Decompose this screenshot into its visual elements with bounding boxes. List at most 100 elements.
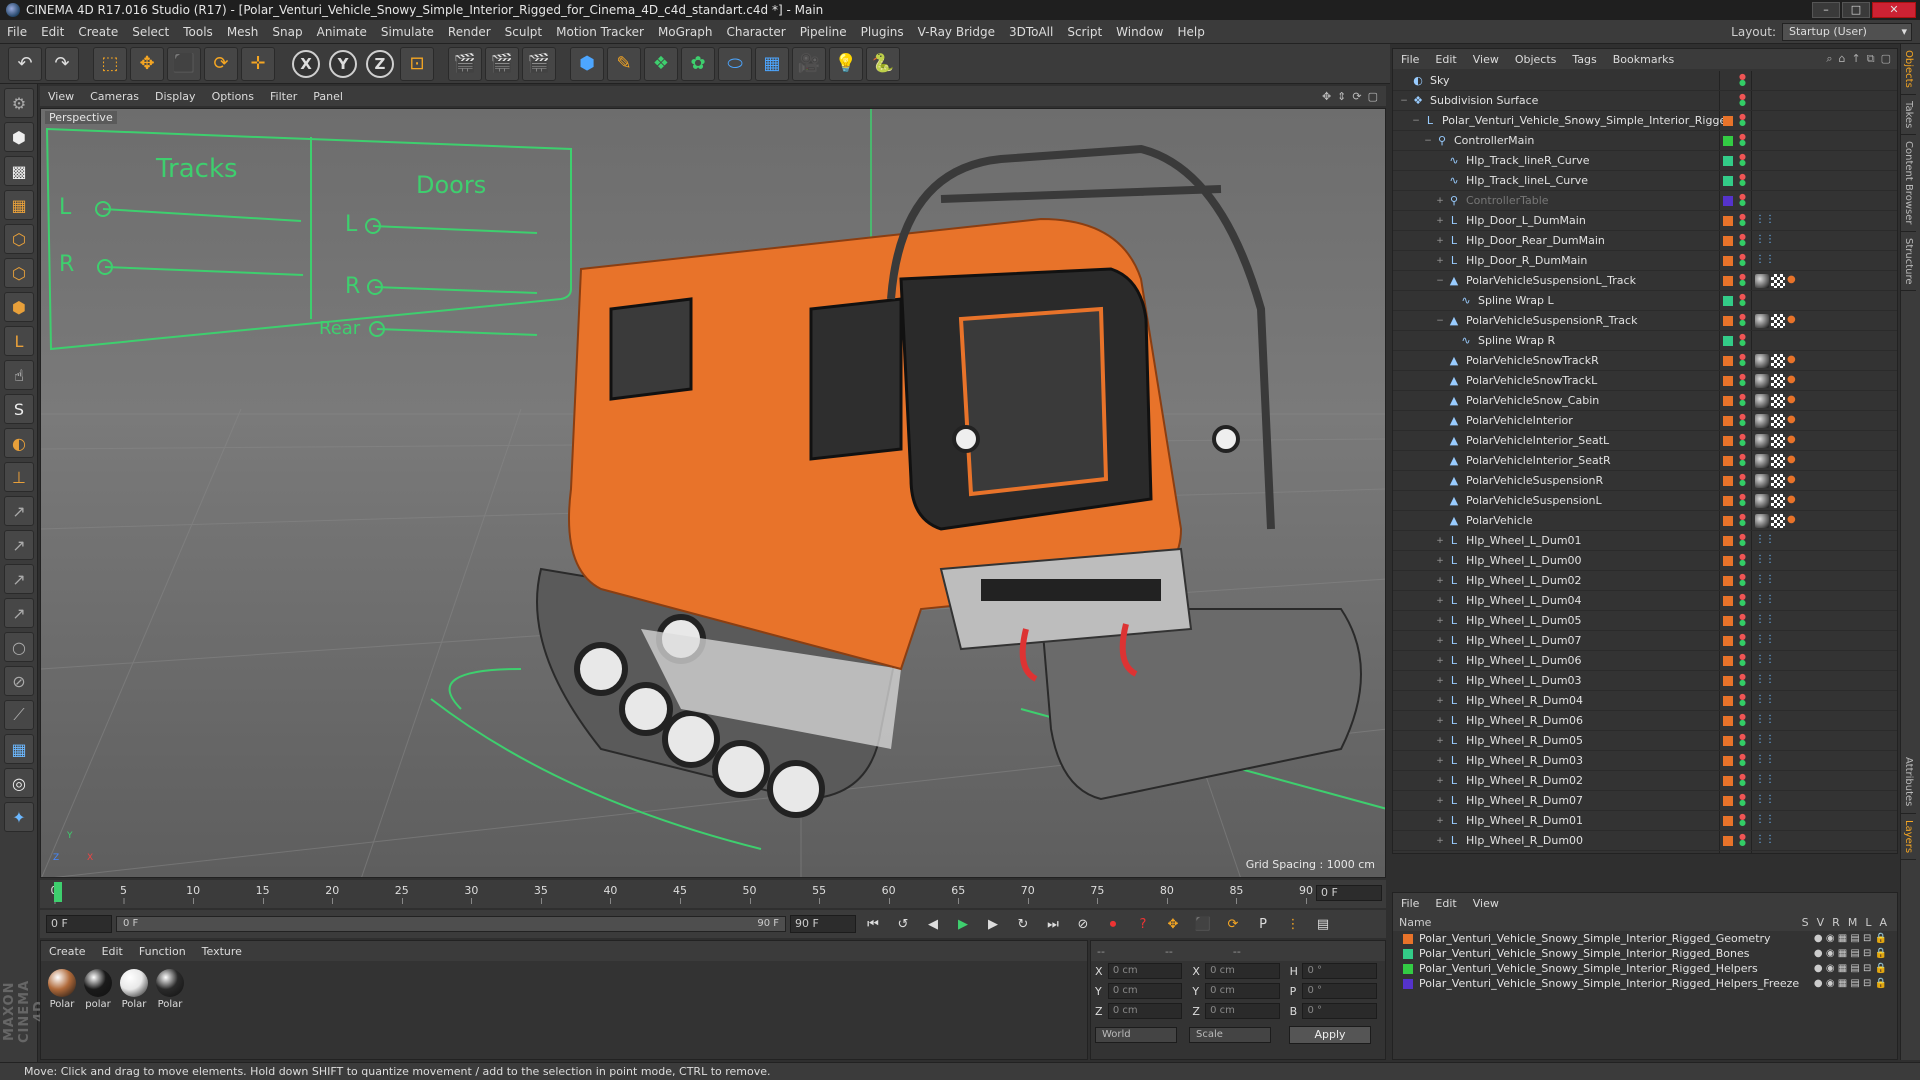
om-menu-view[interactable]: View <box>1465 53 1507 66</box>
menu-edit[interactable]: Edit <box>34 25 71 39</box>
visibility-dots-icon[interactable]: ● ● <box>1739 153 1746 167</box>
phong-tag-icon[interactable]: ● <box>1787 314 1801 328</box>
toggle-view-icon[interactable]: ▢ <box>1368 90 1378 103</box>
object-row[interactable]: + L Hlp_Door_Rear_DumMain ● ● ⋮⋮ <box>1393 231 1897 251</box>
rotation-value-field[interactable]: 0 ° <box>1302 1003 1377 1019</box>
expand-toggle-icon[interactable]: + <box>1435 596 1445 606</box>
visibility-dots-icon[interactable]: ● ● <box>1739 293 1746 307</box>
layer-color-swatch[interactable] <box>1723 296 1733 306</box>
visibility-dots-icon[interactable]: ● ● <box>1739 533 1746 547</box>
object-row[interactable]: − ⚲ ControllerMain ● ● <box>1393 131 1897 151</box>
menu-select[interactable]: Select <box>125 25 176 39</box>
object-row[interactable]: − ❖ Subdivision Surface ● ● <box>1393 91 1897 111</box>
layer-row[interactable]: Polar_Venturi_Vehicle_Snowy_Simple_Inter… <box>1393 976 1897 991</box>
rotation-value-field[interactable]: 0 ° <box>1302 963 1377 979</box>
expand-toggle-icon[interactable]: + <box>1435 236 1445 246</box>
menu-help[interactable]: Help <box>1170 25 1211 39</box>
position-value-field[interactable]: 0 cm <box>1107 963 1183 979</box>
extrude-icon[interactable]: ↗ <box>4 598 34 628</box>
phong-tag-icon[interactable]: ● <box>1787 394 1801 408</box>
uvw-tag-icon[interactable] <box>1771 434 1785 448</box>
layer-color-swatch[interactable] <box>1723 476 1733 486</box>
end-frame-field[interactable]: 90 F <box>790 915 856 933</box>
phong-tag-icon[interactable]: ● <box>1787 274 1801 288</box>
menu-character[interactable]: Character <box>719 25 792 39</box>
layer-color-swatch[interactable] <box>1723 116 1733 126</box>
expand-toggle-icon[interactable]: + <box>1435 776 1445 786</box>
previous-key-icon[interactable]: ↺ <box>890 913 916 935</box>
maximize-button[interactable]: □ <box>1842 2 1870 18</box>
layer-color-swatch[interactable] <box>1723 816 1733 826</box>
om-menu-edit[interactable]: Edit <box>1427 53 1464 66</box>
layer-color-swatch[interactable] <box>1723 456 1733 466</box>
rotation-value-field[interactable]: 0 ° <box>1302 983 1377 999</box>
side-tab-content-browser[interactable]: Content Browser <box>1901 135 1916 232</box>
layer-row[interactable]: Polar_Venturi_Vehicle_Snowy_Simple_Inter… <box>1393 961 1897 976</box>
uvw-tag-icon[interactable] <box>1771 354 1785 368</box>
expand-toggle-icon[interactable]: + <box>1435 696 1445 706</box>
material-tag-icon[interactable] <box>1755 434 1769 448</box>
layer-color-swatch[interactable] <box>1723 336 1733 346</box>
x-axis-lock-icon[interactable]: X <box>292 49 320 78</box>
expand-toggle-icon[interactable]: + <box>1435 796 1445 806</box>
visibility-dots-icon[interactable]: ● ● <box>1739 773 1746 787</box>
constraint-tag-icon[interactable]: ⋮⋮ <box>1755 774 1775 788</box>
pan-icon[interactable]: ✥ <box>1322 90 1331 103</box>
deformer-icon[interactable]: ⬭ <box>718 46 752 81</box>
layer-color-swatch[interactable] <box>1723 496 1733 506</box>
layer-color-swatch[interactable] <box>1403 963 1413 974</box>
visibility-dots-icon[interactable]: ● ● <box>1739 133 1746 147</box>
object-row[interactable]: + L Hlp_Wheel_R_Dum01 ● ● ⋮⋮ <box>1393 811 1897 831</box>
axis-mode-icon[interactable]: L <box>4 326 34 356</box>
record-position-icon[interactable]: ⊘ <box>1070 913 1096 935</box>
coordinate-space-select[interactable]: World <box>1095 1027 1177 1043</box>
expand-toggle-icon[interactable]: + <box>1435 816 1445 826</box>
go-to-start-icon[interactable]: ⏮ <box>860 913 886 935</box>
subdivision-surface-icon[interactable]: ❖ <box>644 46 678 81</box>
object-row[interactable]: + L Hlp_Wheel_R_Dum04 ● ● ⋮⋮ <box>1393 691 1897 711</box>
phong-tag-icon[interactable]: ● <box>1787 494 1801 508</box>
layer-color-swatch[interactable] <box>1403 978 1413 989</box>
object-row[interactable]: + L Hlp_Door_L_DumMain ● ● ⋮⋮ <box>1393 211 1897 231</box>
object-row[interactable]: + L Hlp_Wheel_R_Dum03 ● ● ⋮⋮ <box>1393 751 1897 771</box>
object-row[interactable]: + L Hlp_Wheel_R_Dum02 ● ● ⋮⋮ <box>1393 771 1897 791</box>
expand-toggle-icon[interactable]: + <box>1435 756 1445 766</box>
visibility-dots-icon[interactable]: ● ● <box>1739 593 1746 607</box>
expand-toggle-icon[interactable]: − <box>1399 96 1409 106</box>
go-to-end-icon[interactable]: ⏭ <box>1040 913 1066 935</box>
key-pla-icon[interactable]: ⋮ <box>1280 913 1306 935</box>
layer-color-swatch[interactable] <box>1723 216 1733 226</box>
menu-vray-bridge[interactable]: V-Ray Bridge <box>911 25 1002 39</box>
menu-create[interactable]: Create <box>71 25 125 39</box>
visibility-dots-icon[interactable]: ● ● <box>1739 733 1746 747</box>
layer-color-swatch[interactable] <box>1723 436 1733 446</box>
expand-toggle-icon[interactable]: + <box>1435 736 1445 746</box>
visibility-dots-icon[interactable]: ● ● <box>1739 193 1746 207</box>
om-menu-bookmarks[interactable]: Bookmarks <box>1605 53 1682 66</box>
visibility-dots-icon[interactable]: ● ● <box>1739 753 1746 767</box>
phong-tag-icon[interactable]: ● <box>1787 434 1801 448</box>
object-row[interactable]: + L Hlp_Wheel_L_Dum06 ● ● ⋮⋮ <box>1393 651 1897 671</box>
object-row[interactable]: ◐ Sky ● ● <box>1393 71 1897 91</box>
constraint-tag-icon[interactable]: ⋮⋮ <box>1755 714 1775 728</box>
move-tool-icon[interactable]: ✥ <box>130 46 164 81</box>
object-row[interactable]: ▲ PolarVehicleSnow_Cabin ● ● ● <box>1393 391 1897 411</box>
expand-toggle-icon[interactable]: + <box>1435 676 1445 686</box>
object-row[interactable]: + L Hlp_Wheel_L_Dum07 ● ● ⋮⋮ <box>1393 631 1897 651</box>
perspective-viewport[interactable]: Tracks Doors L R L R Rear Perspective Y … <box>40 108 1386 878</box>
menu-animate[interactable]: Animate <box>310 25 374 39</box>
material-tag-icon[interactable] <box>1755 474 1769 488</box>
layer-flag-icons[interactable]: ● ◉ ▦ ▤ ⊟ 🔒 <box>1814 963 1897 974</box>
autokey-icon[interactable]: ? <box>1130 913 1156 935</box>
position-value-field[interactable]: 0 cm <box>1107 983 1183 999</box>
phong-tag-icon[interactable]: ● <box>1787 514 1801 528</box>
new-window-icon[interactable]: ⧉ <box>1867 52 1875 66</box>
orbit-icon[interactable]: ⟳ <box>1352 90 1361 103</box>
search-icon[interactable]: ⌕ <box>1826 52 1832 66</box>
material-tag-icon[interactable] <box>1755 394 1769 408</box>
visibility-dots-icon[interactable]: ● ● <box>1739 833 1746 847</box>
expand-toggle-icon[interactable]: + <box>1435 656 1445 666</box>
object-row[interactable]: ▲ PolarVehicleSnowTrackR ● ● ● <box>1393 351 1897 371</box>
material-item[interactable]: Polar <box>155 969 185 1010</box>
expand-toggle-icon[interactable]: + <box>1435 636 1445 646</box>
